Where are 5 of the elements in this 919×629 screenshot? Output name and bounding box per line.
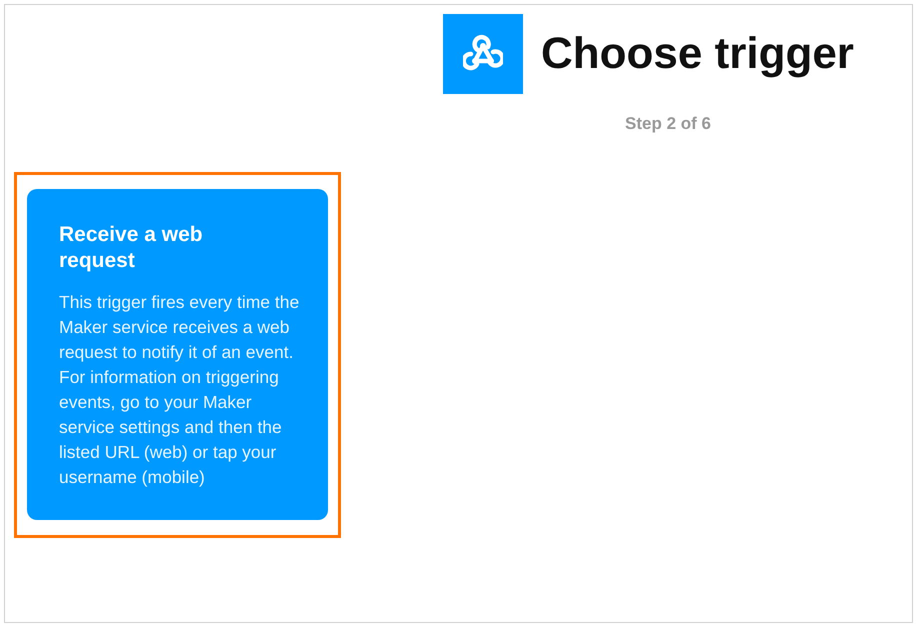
trigger-description: This trigger fires every time the Maker service receives a web request to notify it of an event. For information on triggering events, go to your Maker service settings and then the listed URL (web) or tap your username (mobile)	[59, 291, 300, 489]
page-title: Choose trigger	[541, 29, 854, 79]
trigger-title: Receive a web request	[59, 222, 204, 274]
step-indicator: Step 2 of 6	[624, 114, 712, 134]
trigger-card[interactable]	[27, 189, 328, 520]
